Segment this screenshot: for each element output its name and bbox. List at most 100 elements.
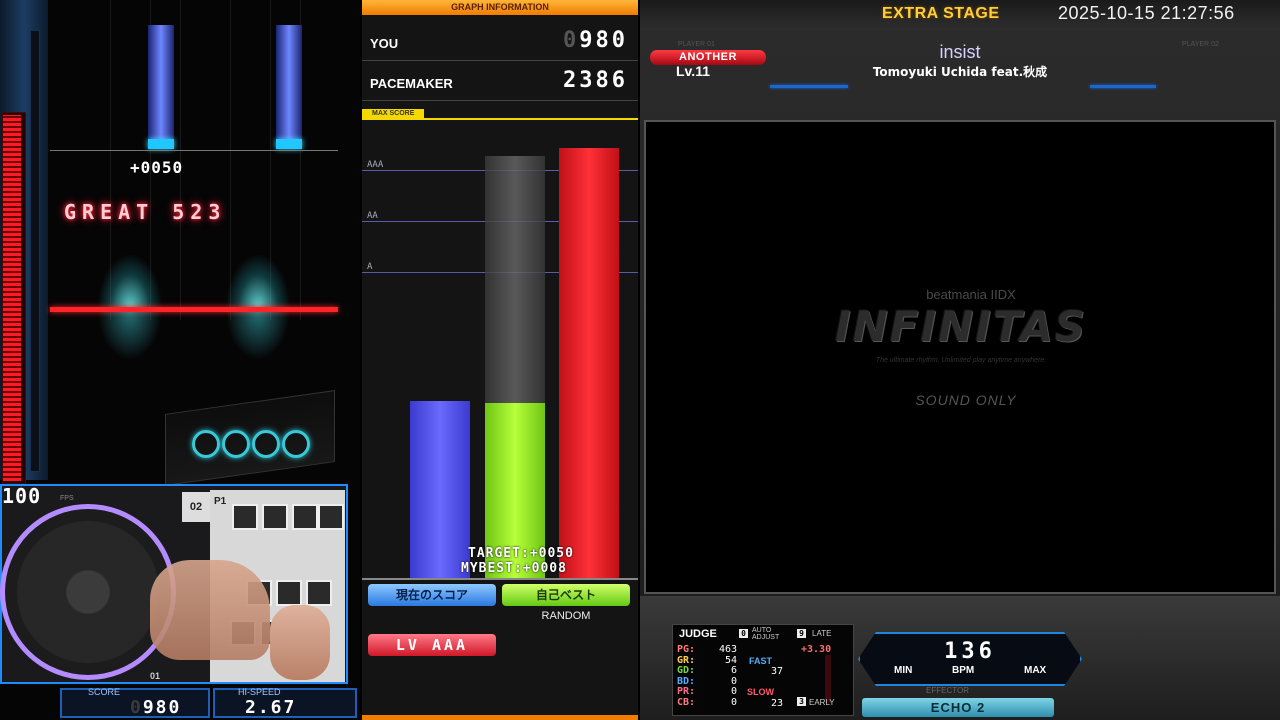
controller-button (306, 580, 332, 606)
play-option: RANDOM (541, 610, 591, 622)
grade-label-a: A (367, 262, 373, 272)
judge-line (50, 307, 338, 312)
slow-label: SLOW (747, 687, 774, 697)
logo-top: beatmania IIDX (926, 287, 1016, 302)
controller-button (262, 504, 288, 530)
bar-pacemaker (559, 148, 619, 578)
play-area: +0050 GREAT 523 02 P1 01 100 FPS SCORE 0… (0, 0, 360, 720)
camera-plate: 01 (150, 671, 161, 681)
legend-current-score: 現在のスコア (368, 584, 496, 606)
logo-sub: The ultimate rhythm. Unlimited play anyt… (875, 357, 1047, 364)
maxscore-line (362, 118, 638, 120)
judge-panel: JUDGE 0 AUTO ADJUST 9 LATE +3.30 FAST 37… (672, 624, 854, 716)
auto-adjust-label: AUTO ADJUST (752, 627, 780, 641)
bpm-min-label: MIN (894, 665, 913, 676)
judge-row-label: BD: (677, 675, 696, 687)
bpm-panel: 136 MIN BPM MAX (858, 632, 1082, 686)
effector-label: EFFECTOR (926, 686, 969, 695)
fast-count: 37 (770, 666, 783, 677)
bpm-value: 136 (944, 639, 996, 664)
accent-line (770, 85, 848, 88)
turntable (0, 504, 176, 680)
grade-label-aa: AA (367, 211, 378, 221)
pacemaker-score: 2386 (563, 68, 628, 93)
score-dim-digit: 0 (130, 697, 143, 718)
timing-line (50, 150, 338, 151)
player2-tag: PLAYER 02 (1182, 41, 1219, 48)
legend-my-best: 自己ベスト (502, 584, 630, 606)
judge-title: JUDGE (679, 628, 717, 640)
judge-row-value: 0 (730, 696, 737, 708)
effector-value: ECHO 2 (862, 698, 1054, 717)
player1-tag: PLAYER 01 (678, 41, 715, 48)
sound-only-label: SOUND ONLY (915, 392, 1017, 408)
ring-decoration (252, 430, 280, 458)
grade-label-aaa: AAA (367, 160, 384, 170)
note-head (148, 139, 174, 149)
song-artist: Tomoyuki Uchida feat.秋成 (872, 65, 1048, 79)
accent-line (1090, 85, 1156, 88)
controller-label: P1 (214, 496, 227, 507)
row-separator (362, 60, 638, 61)
song-title: insist (939, 42, 981, 62)
key-flash (98, 312, 162, 360)
hispeed-value: 2.67 (245, 697, 297, 718)
ring-decoration (282, 430, 310, 458)
late-label: LATE (812, 629, 832, 638)
judge-row-value: 54 (724, 654, 737, 666)
you-score: 0980 (563, 28, 628, 53)
player-hand (150, 560, 270, 660)
row-separator (362, 100, 638, 101)
judge-row-label: GR: (677, 654, 696, 666)
ring-decoration (222, 430, 250, 458)
level: Lv.11 (676, 63, 710, 79)
judge-display: GREAT 523 (64, 200, 227, 224)
groove-gauge (2, 112, 26, 484)
adjust-value: +3.30 (801, 644, 832, 655)
bpm-label: BPM (952, 665, 975, 676)
fast-slow-indicator: +0050 (130, 158, 184, 177)
mybest-diff: MYBEST:+0008 (461, 561, 567, 576)
pacemaker-mode: LV AAA (368, 634, 496, 656)
camera-plate: 02 (182, 492, 210, 522)
judge-row-value: 6 (730, 665, 737, 676)
slow-count: 23 (770, 698, 783, 709)
fps-unit: FPS (60, 495, 74, 502)
you-label: YOU (370, 36, 399, 51)
you-score-digits: 980 (579, 28, 628, 53)
early-label: EARLY (809, 698, 835, 707)
ring-decoration (192, 430, 220, 458)
bga-screen: beatmania IIDX INFINITAS The ultimate rh… (644, 120, 1276, 594)
score-digits: 980 (142, 697, 182, 718)
fast-label: FAST (749, 656, 773, 666)
datetime: 2025-10-15 21:27:56 (1058, 3, 1235, 23)
hispeed-label: HI-SPEED (238, 687, 281, 697)
charge-note (148, 25, 174, 143)
graph-footer (362, 715, 638, 720)
note-head (276, 139, 302, 149)
you-score-dim: 0 (563, 28, 580, 53)
late-key: 9 (797, 629, 806, 638)
logo-main: INFINITAS (834, 302, 1087, 351)
bpm-max-label: MAX (1024, 665, 1047, 676)
gauge-side-rail (30, 30, 40, 472)
controller-button (318, 504, 344, 530)
judge-row-value: 0 (730, 686, 737, 697)
charge-note (276, 25, 302, 143)
controller-button (276, 580, 302, 606)
judge-row-value: 463 (718, 644, 737, 655)
groove-gauge-fill (3, 115, 21, 481)
pacemaker-label: PACEMAKER (370, 76, 453, 91)
target-diff: TARGET:+0050 (468, 546, 574, 561)
judge-row-label: CB: (677, 696, 696, 708)
lane-cover-object (165, 390, 335, 486)
judge-row-label: PR: (677, 686, 696, 697)
early-key: 3 (797, 697, 806, 706)
judge-row-label: GD: (677, 665, 696, 676)
score-value: 0980 (130, 697, 181, 718)
fps-readout: 100 (2, 484, 42, 508)
graph-header: GRAPH INFORMATION (362, 0, 638, 15)
graph-panel: GRAPH INFORMATION YOU 0980 PACEMAKER 238… (362, 0, 638, 720)
graph-baseline (362, 578, 638, 580)
key-flash (226, 312, 290, 360)
